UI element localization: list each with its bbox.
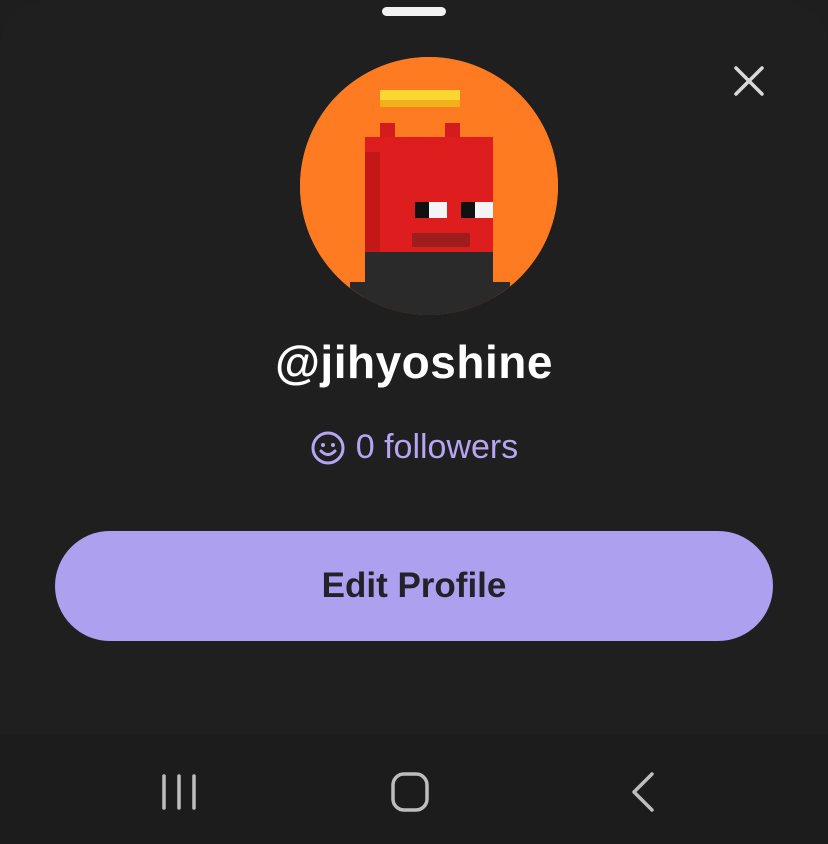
sheet-grab-handle[interactable]	[382, 7, 446, 16]
recents-icon	[162, 774, 196, 810]
pixel-devil-avatar-image	[300, 57, 558, 315]
profile-sheet: @jihyoshine 0 followers Edit Profile	[0, 0, 828, 734]
nav-home-button[interactable]	[380, 770, 440, 814]
home-icon	[391, 772, 429, 812]
back-icon	[632, 772, 654, 812]
close-icon	[734, 66, 764, 96]
nav-back-button[interactable]	[614, 770, 674, 814]
close-button[interactable]	[728, 60, 770, 102]
followers-count-link[interactable]: 0 followers	[0, 428, 828, 467]
profile-username: @jihyoshine	[275, 336, 553, 388]
profile-screen: @jihyoshine 0 followers Edit Profile	[0, 0, 828, 844]
followers-count-text: 0 followers	[355, 428, 519, 466]
smiley-icon	[311, 431, 345, 464]
avatar[interactable]	[300, 57, 558, 315]
edit-profile-button[interactable]: Edit Profile	[55, 531, 773, 641]
nav-recents-button[interactable]	[150, 770, 210, 814]
